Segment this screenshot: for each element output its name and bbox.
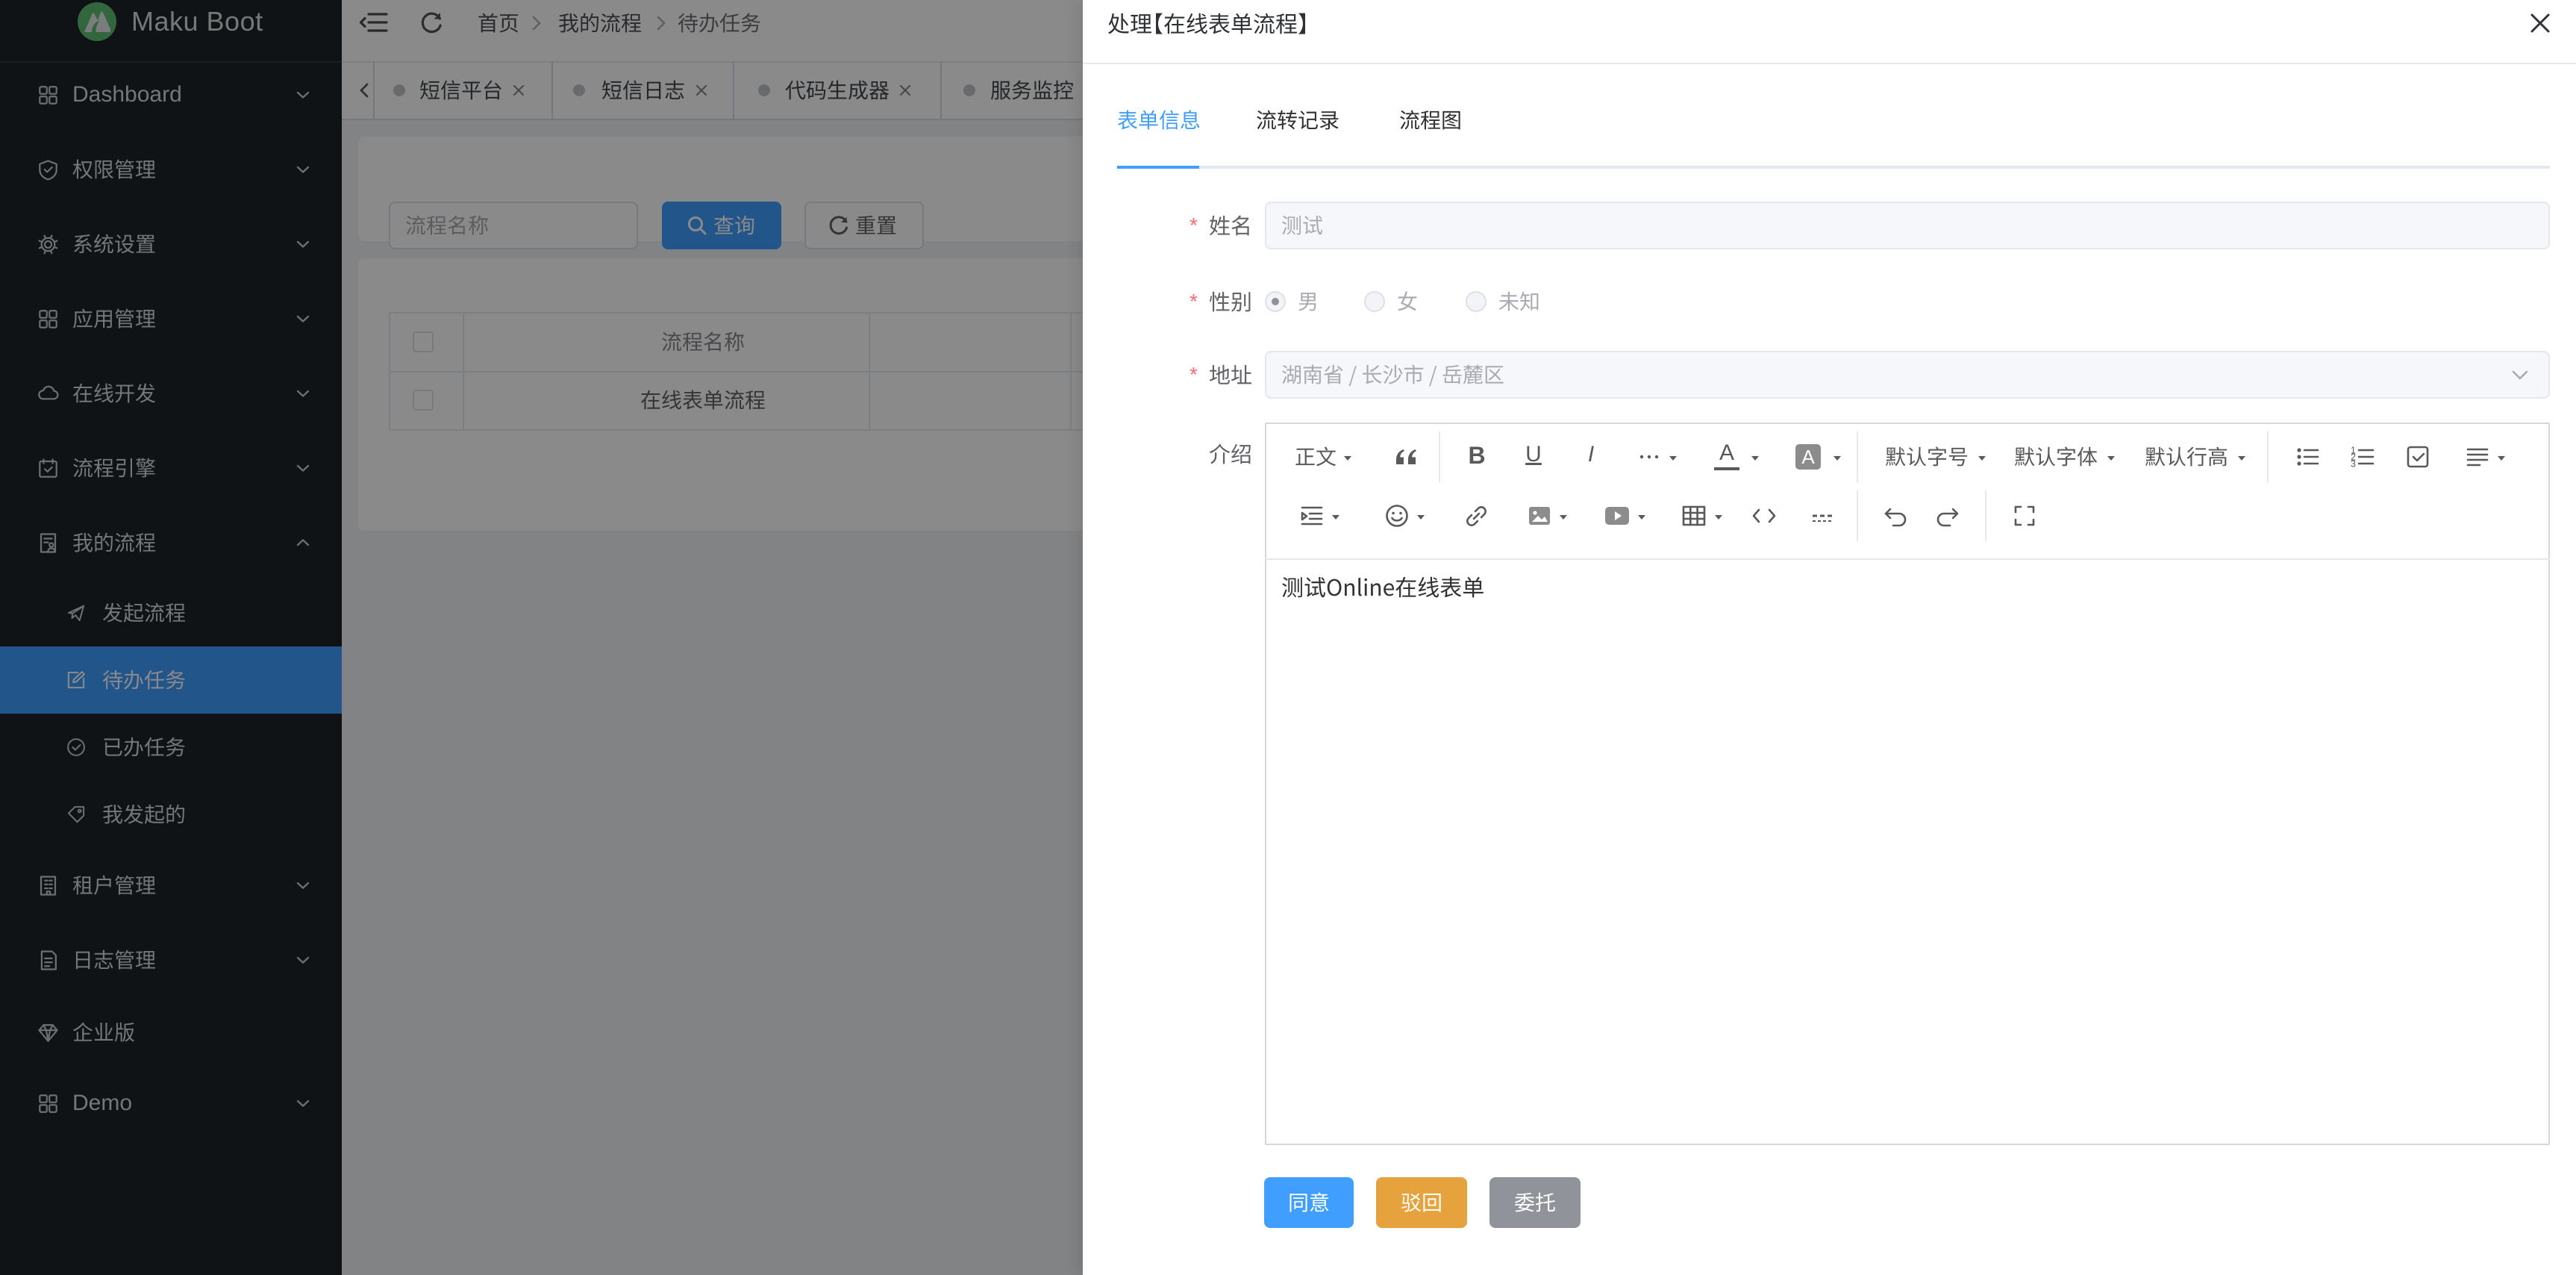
svg-text:3: 3 (2351, 459, 2356, 470)
